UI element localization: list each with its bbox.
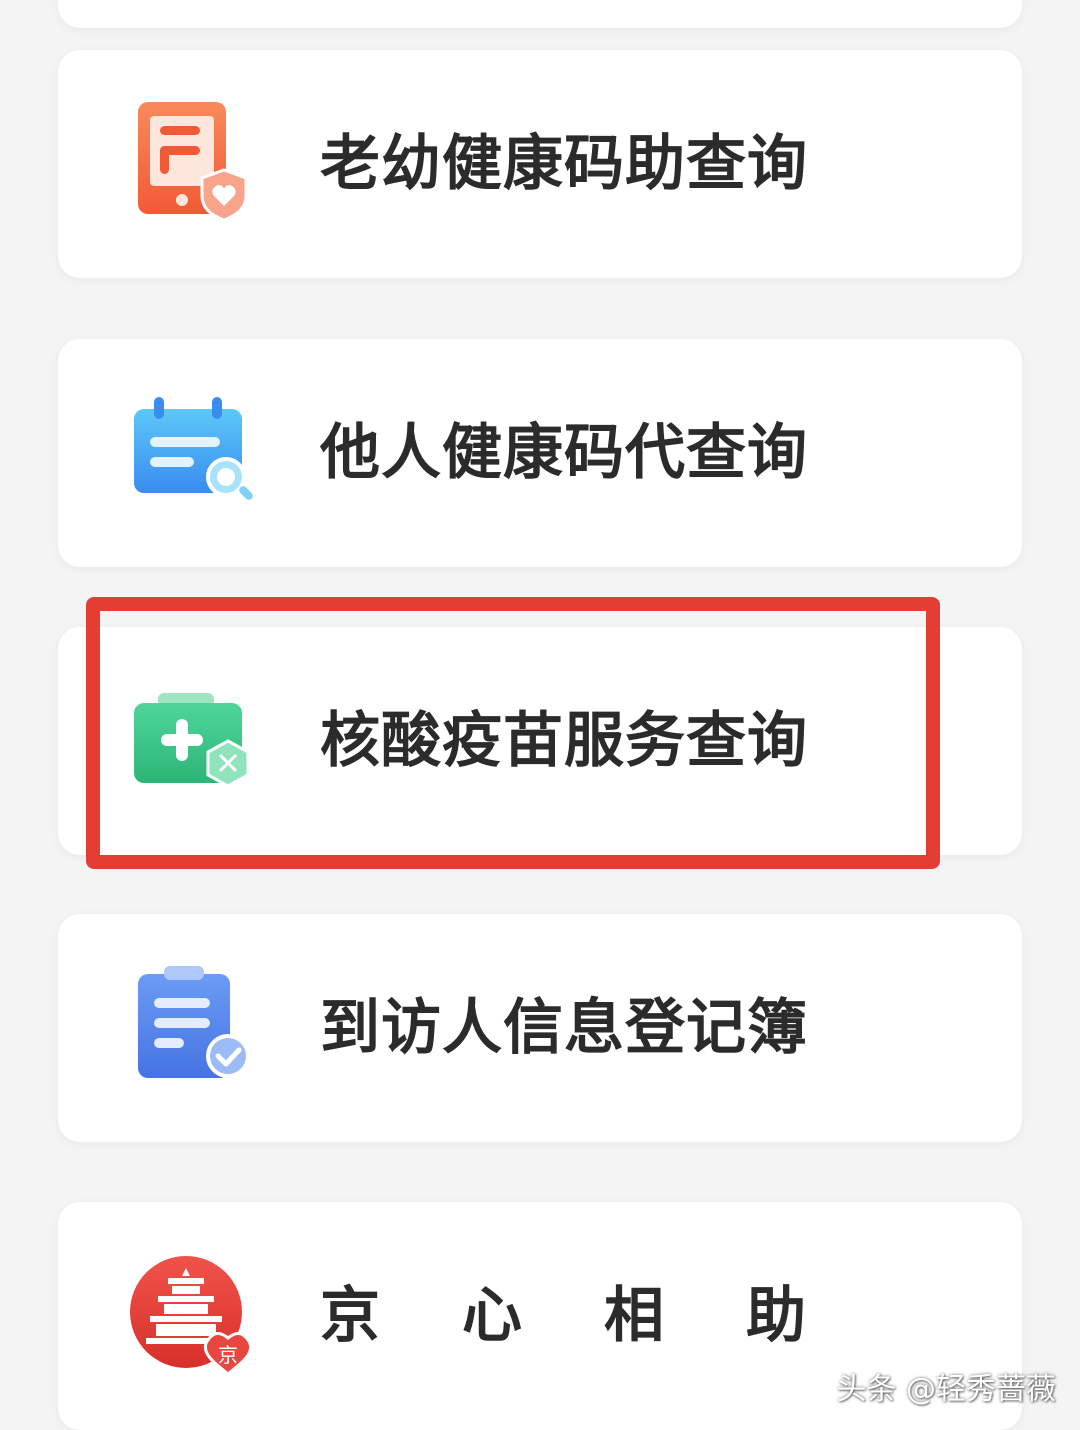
menu-item-elderly-child-health-code[interactable]: 老幼健康码助查询: [58, 50, 1022, 278]
menu-item-label: 到访人信息登记簿: [320, 993, 808, 1063]
previous-menu-card[interactable]: [58, 0, 1022, 28]
elderly-child-health-code-icon: [128, 94, 258, 224]
highlight-box: [86, 597, 940, 869]
menu-item-others-health-code[interactable]: 他人健康码代查询: [58, 339, 1022, 567]
calendar-search-icon: [128, 383, 258, 513]
clipboard-check-icon: [128, 958, 258, 1088]
svg-text:京: 京: [218, 1343, 238, 1367]
menu-item-visitor-registry[interactable]: 到访人信息登记簿: [58, 914, 1022, 1142]
jingxin-temple-icon: 京: [128, 1246, 258, 1376]
menu-item-label: 京心相助: [320, 1281, 888, 1351]
watermark: 头条 @轻秀蔷薇: [836, 1372, 1056, 1407]
menu-item-label: 他人健康码代查询: [320, 418, 808, 488]
menu-item-label: 老幼健康码助查询: [320, 129, 808, 199]
